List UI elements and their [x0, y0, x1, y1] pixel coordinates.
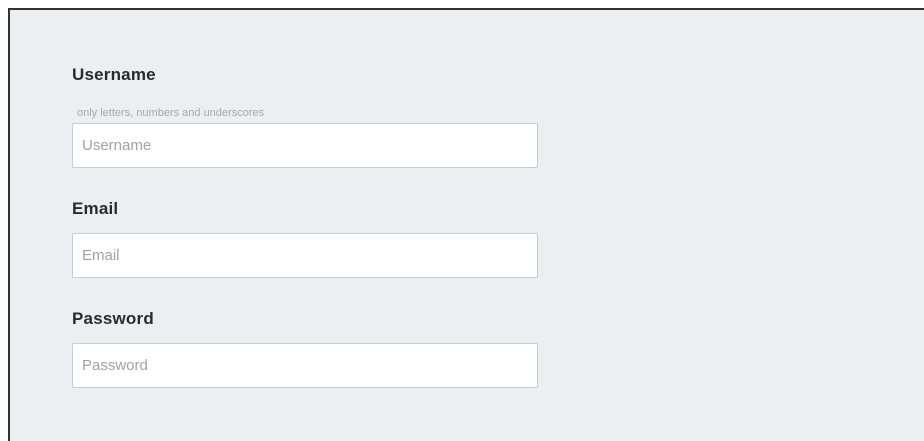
password-input[interactable]: [72, 343, 538, 388]
password-label: Password: [72, 309, 154, 328]
username-input[interactable]: [72, 123, 538, 168]
email-label: Email: [72, 199, 119, 218]
username-hint: only letters, numbers and underscores: [77, 107, 265, 119]
email-input[interactable]: [72, 233, 538, 278]
username-label: Username: [72, 65, 156, 84]
signup-form-panel: Username only letters, numbers and under…: [8, 8, 924, 441]
